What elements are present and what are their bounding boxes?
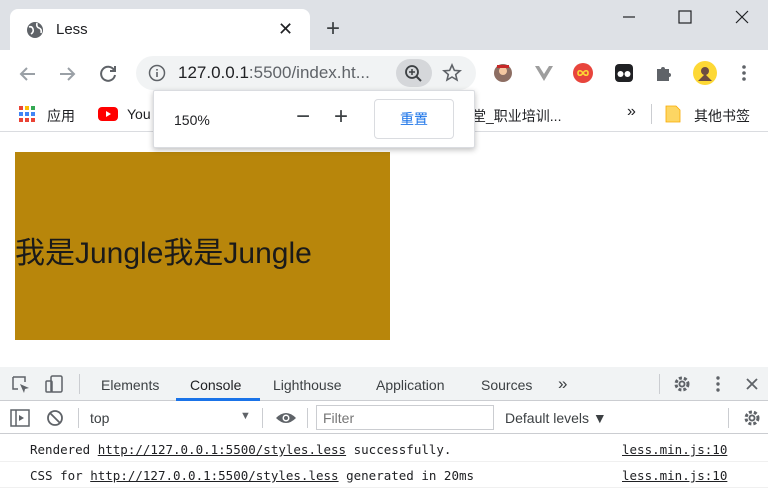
clear-console-icon[interactable] — [46, 409, 64, 427]
bookmarks-overflow-button[interactable]: » — [627, 103, 636, 121]
profile-avatar-icon[interactable] — [692, 60, 718, 86]
context-dropdown-arrow-icon[interactable]: ▼ — [240, 410, 251, 422]
browser-tab[interactable]: Less ✕ — [10, 9, 310, 50]
device-toolbar-icon[interactable] — [44, 374, 64, 394]
globe-icon — [26, 21, 44, 39]
log-prefix: Rendered — [30, 442, 98, 457]
devtools-menu-icon[interactable] — [708, 374, 728, 394]
log-link[interactable]: http://127.0.0.1:5500/styles.less — [90, 468, 338, 483]
log-levels-dropdown[interactable]: Default levels ▼ — [505, 410, 607, 426]
bookmark-apps[interactable]: 应用 — [47, 106, 75, 126]
vue-devtools-icon[interactable] — [533, 62, 555, 84]
log-source-link[interactable]: less.min.js:10 — [622, 468, 727, 483]
inspect-element-icon[interactable] — [11, 375, 31, 395]
live-expression-eye-icon[interactable] — [275, 410, 297, 426]
tab-lighthouse[interactable]: Lighthouse — [273, 377, 342, 393]
address-bar[interactable]: 127.0.0.1:5500/index.ht... — [136, 56, 476, 90]
more-tabs-button[interactable]: » — [558, 374, 567, 394]
log-suffix: generated in 20ms — [338, 468, 475, 483]
log-source-link[interactable]: less.min.js:10 — [622, 442, 727, 457]
reload-icon[interactable] — [96, 62, 120, 86]
window-close-icon[interactable] — [731, 6, 753, 28]
filter-input[interactable] — [317, 406, 493, 429]
extensions-puzzle-icon[interactable] — [653, 62, 675, 84]
filter-field[interactable] — [316, 405, 494, 430]
devtools-separator — [78, 408, 79, 428]
bookmark-other-folder[interactable]: 其他书签 — [694, 106, 750, 126]
bookmark-youtube[interactable]: You — [127, 106, 151, 122]
minimize-icon[interactable] — [618, 6, 640, 28]
apps-grid-icon[interactable] — [19, 106, 35, 122]
infinity-extension-icon[interactable] — [572, 62, 594, 84]
browser-menu-icon[interactable] — [733, 62, 755, 84]
zoom-level: 150% — [174, 112, 210, 128]
folder-icon — [665, 105, 681, 123]
log-link[interactable]: http://127.0.0.1:5500/styles.less — [98, 442, 346, 457]
url-text: 127.0.0.1:5500/index.ht... — [178, 63, 370, 83]
glasses-extension-icon[interactable] — [613, 62, 635, 84]
zoom-in-button[interactable]: + — [334, 105, 348, 129]
log-prefix: CSS for — [30, 468, 91, 483]
devtools-separator — [307, 408, 308, 428]
maximize-icon[interactable] — [674, 6, 696, 28]
devtools-separator — [659, 374, 660, 394]
back-icon[interactable] — [16, 62, 40, 86]
tab-sources[interactable]: Sources — [481, 377, 532, 393]
extension-avatar-icon[interactable] — [492, 62, 514, 84]
log-suffix: successfully. — [346, 442, 452, 457]
tab-console[interactable]: Console — [190, 377, 241, 393]
console-settings-gear-icon[interactable] — [742, 408, 762, 428]
tab-application[interactable]: Application — [376, 377, 445, 393]
console-log-row: Rendered http://127.0.0.1:5500/styles.le… — [0, 436, 768, 462]
gold-box: 我是Jungle我是Jungle — [15, 152, 390, 340]
sidebar-toggle-icon[interactable] — [10, 409, 30, 427]
url-path: :5500/index.ht... — [248, 63, 370, 82]
console-log-row: CSS for http://127.0.0.1:5500/styles.les… — [0, 462, 768, 488]
zoom-icon[interactable] — [396, 59, 432, 87]
box-text: 我是Jungle我是Jungle — [15, 237, 312, 270]
devtools-separator — [728, 408, 729, 428]
zoom-out-button[interactable]: − — [296, 105, 310, 129]
bookmark-star-icon[interactable] — [442, 63, 462, 83]
tab-elements[interactable]: Elements — [101, 377, 159, 393]
devtools-separator — [262, 408, 263, 428]
log-message: CSS for http://127.0.0.1:5500/styles.les… — [30, 468, 474, 483]
bookmarks-separator — [651, 104, 652, 124]
site-info-icon[interactable] — [148, 64, 166, 82]
zoom-reset-button[interactable]: 重置 — [374, 99, 454, 139]
url-host: 127.0.0.1 — [178, 63, 249, 82]
tab-close-icon[interactable]: ✕ — [278, 19, 293, 39]
youtube-icon[interactable] — [98, 107, 118, 121]
forward-icon[interactable] — [55, 62, 79, 86]
devtools-close-icon[interactable] — [743, 375, 761, 393]
devtools-separator — [79, 374, 80, 394]
active-tab-indicator — [176, 398, 260, 401]
settings-gear-icon[interactable] — [672, 374, 692, 394]
new-tab-button[interactable]: + — [326, 17, 340, 41]
zoom-popup: 150% − + 重置 — [153, 90, 475, 148]
log-message: Rendered http://127.0.0.1:5500/styles.le… — [30, 442, 451, 457]
context-selector[interactable]: top — [90, 410, 109, 426]
tab-title: Less — [56, 21, 88, 38]
